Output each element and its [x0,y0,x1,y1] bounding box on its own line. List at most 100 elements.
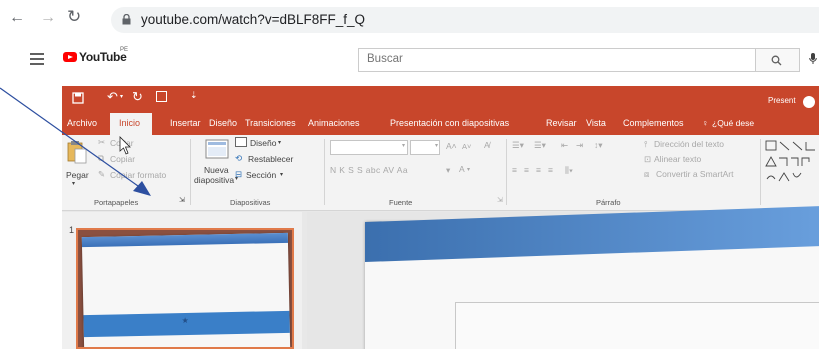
undo-icon[interactable]: ↶ [107,89,118,105]
section-icon[interactable]: ⊟ [235,169,242,180]
smartart-icon[interactable]: ⧈ [644,169,649,180]
group-divider [760,139,761,205]
search-icon [771,55,782,66]
youtube-play-icon [63,52,77,62]
smartart-button[interactable]: Convertir a SmartArt [656,169,733,179]
font-style-buttons[interactable]: N K S S abc AV Aa [330,165,408,175]
text-direction-icon[interactable]: ⫯ [644,139,648,150]
address-bar[interactable]: youtube.com/watch?v=dBLF8FF_f_Q [111,7,819,33]
bullets-icon[interactable]: ☰▾ [512,140,524,151]
star-icon: ★ [181,315,189,326]
clear-format-icon[interactable]: A̸ [484,140,490,150]
layout-dropdown-icon[interactable]: ▾ [278,139,281,146]
paste-icon[interactable] [66,139,88,165]
reset-icon[interactable]: ⟲ [235,153,242,164]
customize-qat-icon[interactable]: ⇣ [190,90,198,101]
thumbnail-slide-paper: ★ [81,232,291,347]
new-slide-label-1[interactable]: Nueva [204,165,229,175]
format-painter-button[interactable]: Copiar formato [110,170,166,180]
cut-button[interactable]: Cortar [110,138,134,148]
undo-dropdown-icon[interactable]: ▾ [120,93,123,100]
tab-diseno[interactable]: Diseño [209,118,237,128]
shapes-icon [765,140,815,182]
slide-editor[interactable] [307,205,819,349]
slide-blue-header [365,205,819,262]
save-icon[interactable] [72,92,84,104]
decrease-font-icon[interactable]: A˅ [462,142,471,151]
font-group-label: Fuente [389,198,413,207]
tab-revisar[interactable]: Revisar [546,118,577,128]
layout-button[interactable]: Diseño [250,138,276,148]
copy-icon[interactable]: ⧉ [98,153,104,164]
slides-group-label: Diapositivas [230,198,271,207]
font-color-dropdown-icon[interactable]: ▾ [467,166,470,173]
font-color-icon[interactable]: A [459,164,465,174]
back-arrow-icon[interactable]: ← [9,10,25,26]
columns-icon[interactable]: ⫼▾ [565,165,573,176]
text-highlight-icon[interactable]: ▾ [446,165,450,176]
shapes-gallery[interactable] [765,139,819,193]
tab-archivo[interactable]: Archivo [67,118,97,128]
youtube-header: YouTube PE [0,38,819,80]
font-name-combo[interactable] [330,140,408,155]
font-size-dropdown-icon[interactable]: ▾ [435,142,438,149]
ribbon-tabs: Archivo Insertar Diseño Transiciones Ani… [62,112,819,135]
redo-icon[interactable]: ↻ [132,89,143,105]
section-button[interactable]: Sección [246,170,276,180]
slide-placeholder[interactable] [455,302,819,349]
layout-icon[interactable] [235,137,247,147]
copy-button[interactable]: Copiar [110,154,135,164]
reload-icon[interactable]: ↻ [67,8,81,25]
tab-vista[interactable]: Vista [586,118,606,128]
format-painter-icon[interactable]: ✎ [98,169,105,180]
tab-inicio[interactable]: Inicio [110,113,152,135]
tab-insertar[interactable]: Insertar [170,118,201,128]
increase-font-icon[interactable]: A˄ [446,141,457,151]
lightbulb-icon: ♀ [702,118,709,128]
lock-icon [122,14,131,25]
tab-inicio-label: Inicio [119,118,141,128]
start-presentation-icon[interactable] [156,91,167,102]
align-center-icon[interactable]: ≡ [524,165,529,175]
increase-indent-icon[interactable]: ⇥ [576,140,583,151]
clipboard-launcher-icon[interactable]: ⇲ [179,196,185,204]
microphone-icon[interactable] [809,53,817,65]
tab-transiciones[interactable]: Transiciones [245,118,296,128]
new-slide-label-2[interactable]: diapositiva [194,175,234,185]
align-text-icon[interactable]: ⊡ [644,154,651,165]
line-spacing-icon[interactable]: ↕▾ [594,140,603,151]
section-dropdown-icon[interactable]: ▾ [280,171,283,178]
cut-icon[interactable]: ✂ [98,137,105,148]
tell-me-box[interactable]: ¿Qué dese [712,118,754,128]
decrease-indent-icon[interactable]: ⇤ [561,140,568,151]
justify-icon[interactable]: ≡ [548,165,553,175]
ribbon-home: Pegar ▾ ✂ Cortar ⧉ Copiar ✎ Copiar forma… [62,135,819,211]
align-text-button[interactable]: Alinear texto [654,154,701,164]
numbering-icon[interactable]: ☰▾ [534,140,546,151]
group-divider [324,139,325,205]
search-button[interactable] [756,48,800,72]
ppt-titlebar: ↶ ▾ ↻ ⇣ Present [62,86,819,112]
align-right-icon[interactable]: ≡ [536,165,541,175]
reset-button[interactable]: Restablecer [248,154,293,164]
clipboard-group-label: Portapapeles [94,198,139,207]
paste-dropdown-icon[interactable]: ▾ [72,180,75,187]
tab-complementos[interactable]: Complementos [623,118,684,128]
new-slide-icon[interactable] [205,139,229,161]
paste-label[interactable]: Pegar [66,170,89,180]
account-icon[interactable] [803,96,815,108]
slide-canvas[interactable] [365,205,819,349]
slide-thumbnail[interactable]: ★ [76,228,294,349]
menu-icon[interactable] [30,53,44,68]
align-left-icon[interactable]: ≡ [512,165,517,175]
search-box[interactable] [358,48,756,72]
text-direction-button[interactable]: Dirección del texto [654,139,724,149]
window-title: Present [768,96,796,105]
tab-animaciones[interactable]: Animaciones [308,118,360,128]
tab-presentacion[interactable]: Presentación con diapositivas [390,118,509,128]
search-input[interactable] [367,53,747,65]
forward-arrow-icon[interactable]: → [40,10,56,26]
font-name-dropdown-icon[interactable]: ▾ [402,142,405,149]
browser-toolbar: ← → ↻ youtube.com/watch?v=dBLF8FF_f_Q [0,0,819,38]
font-launcher-icon[interactable]: ⇲ [497,196,503,204]
